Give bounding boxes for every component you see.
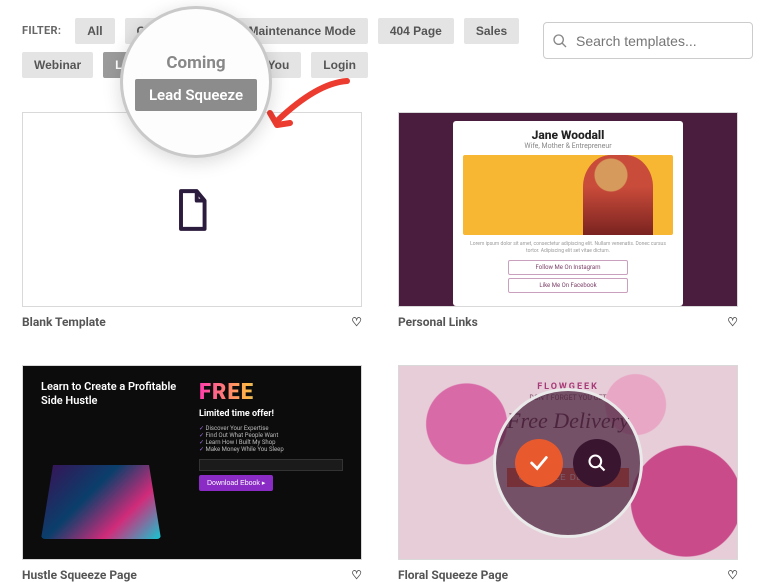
pl-lorem: Lorem ipsum dolor sit amet, consectetur …: [463, 241, 673, 254]
template-thumb-hustle: Learn to Create a Profitable Side Hustle…: [22, 365, 362, 560]
pl-photo: [463, 155, 673, 235]
template-thumb-floral: FLOWGEEK DON'T FORGET YOU GET Free Deliv…: [398, 365, 738, 560]
template-hover-actions: [493, 388, 643, 538]
favorite-icon[interactable]: ♡: [727, 315, 738, 329]
filter-all[interactable]: All: [75, 18, 114, 44]
hustle-free-text: FREE: [199, 380, 343, 405]
template-card-floral[interactable]: FLOWGEEK DON'T FORGET YOU GET Free Deliv…: [398, 365, 738, 582]
filter-404-page[interactable]: 404 Page: [378, 18, 454, 44]
laptop-graphic: [41, 465, 161, 539]
template-card-hustle[interactable]: Learn to Create a Profitable Side Hustle…: [22, 365, 362, 582]
hustle-bullets: Discover Your Expertise Find Out What Pe…: [199, 425, 343, 453]
search-box[interactable]: [543, 22, 753, 59]
magnify-icon: [587, 453, 607, 473]
template-title: Floral Squeeze Page: [398, 568, 508, 582]
hustle-download-button: Download Ebook ▸: [199, 475, 273, 491]
annotation-arrow-icon: [262, 73, 352, 143]
blank-page-icon: [173, 188, 211, 232]
hustle-headline: Learn to Create a Profitable Side Hustle: [41, 380, 185, 409]
favorite-icon[interactable]: ♡: [727, 568, 738, 582]
template-card-personal-links[interactable]: Jane Woodall Wife, Mother & Entrepreneur…: [398, 112, 738, 329]
favorite-icon[interactable]: ♡: [351, 315, 362, 329]
template-thumb-personal-links: Jane Woodall Wife, Mother & Entrepreneur…: [398, 112, 738, 307]
check-icon: [528, 452, 550, 474]
pl-instagram-button: Follow Me On Instagram: [508, 260, 628, 275]
template-title: Hustle Squeeze Page: [22, 568, 137, 582]
search-icon: [552, 33, 568, 49]
pl-subtitle: Wife, Mother & Entrepreneur: [463, 142, 673, 150]
zoom-highlight-bubble: Coming Lead Squeeze: [120, 6, 272, 158]
filter-sales[interactable]: Sales: [464, 18, 519, 44]
preview-template-button[interactable]: [573, 439, 621, 487]
select-template-button[interactable]: [515, 439, 563, 487]
pl-facebook-button: Like Me On Facebook: [508, 278, 628, 293]
template-title: Personal Links: [398, 315, 478, 329]
filter-label: FILTER:: [22, 24, 61, 37]
zoom-bubble-lead-squeeze-tag: Lead Squeeze: [135, 79, 257, 111]
hustle-email-input: [199, 459, 343, 471]
filter-webinar[interactable]: Webinar: [22, 52, 93, 78]
zoom-bubble-coming-text: Coming: [166, 53, 225, 73]
pl-name: Jane Woodall: [463, 128, 673, 142]
template-title: Blank Template: [22, 315, 106, 329]
hustle-limited-text: Limited time offer!: [199, 409, 343, 419]
favorite-icon[interactable]: ♡: [351, 568, 362, 582]
search-input[interactable]: [576, 33, 742, 49]
